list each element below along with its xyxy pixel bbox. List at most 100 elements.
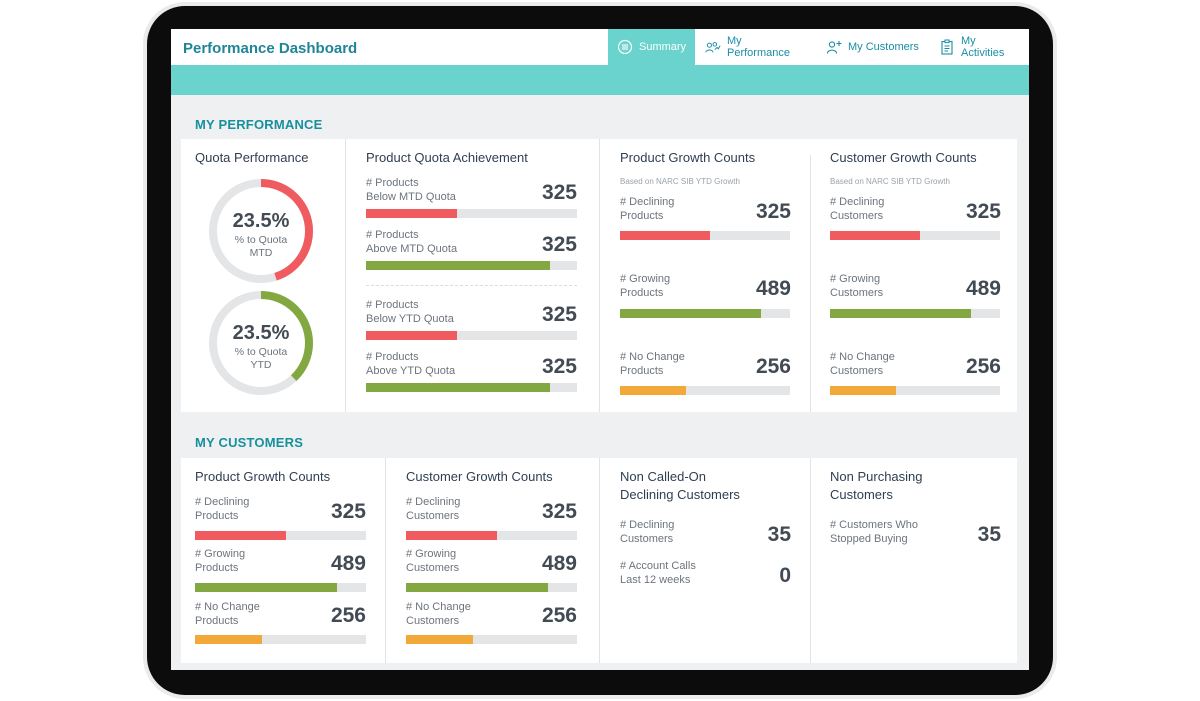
cust-declining-customers-value: 325 — [541, 500, 577, 523]
above-ytd-bar — [366, 383, 577, 392]
top-bar: Performance Dashboard Summary My Perform… — [171, 29, 1029, 65]
perf-nochange-products-value: 256 — [755, 355, 791, 378]
perf-declining-products-bar-fill — [620, 231, 711, 240]
divider — [810, 458, 811, 663]
list-circle-icon — [617, 39, 633, 55]
perf-declining-customers-bar — [830, 231, 1000, 240]
divider — [385, 458, 386, 663]
cust-declining-products-bar-fill — [195, 531, 286, 540]
my-customers-section-header: MY CUSTOMERS — [181, 426, 1017, 456]
cust-growing-products-value: 489 — [330, 552, 366, 575]
below-mtd-bar — [366, 209, 577, 218]
tab-my-customers[interactable]: My Customers — [816, 29, 929, 65]
cust-declining-customers-bar-fill — [406, 531, 497, 540]
stopped-buying-value: 35 — [977, 523, 1001, 546]
cust-growing-customers-label: # Growing Customers — [406, 548, 460, 574]
below-ytd-bar — [366, 331, 577, 340]
cust-nochange-products-value: 256 — [330, 604, 366, 627]
non-called-declining-label: # Declining Customers — [620, 519, 675, 545]
above-ytd-label: # Products Above YTD Quota — [366, 351, 456, 377]
below-mtd-label: # Products Below MTD Quota — [366, 177, 456, 203]
perf-customer-growth-note: Based on NARC SIB YTD Growth — [830, 177, 950, 186]
tab-my-customers-label: My Customers — [848, 41, 919, 53]
cust-customer-growth-title: Customer Growth Counts — [406, 469, 553, 484]
cust-growing-products-bar-fill — [195, 583, 337, 592]
cust-declining-products-label: # Declining Products — [195, 496, 250, 522]
perf-growing-customers-label: # Growing Customers — [830, 273, 884, 299]
tab-my-activities-label: My Activities — [961, 35, 1005, 59]
divider — [599, 139, 600, 412]
cust-product-growth-title: Product Growth Counts — [195, 469, 331, 484]
cust-growing-products-bar — [195, 583, 366, 592]
stopped-buying-label: # Customers Who Stopped Buying — [830, 519, 919, 545]
main-nav: Summary My Performance My Customers My A… — [608, 29, 1029, 65]
perf-declining-customers-bar-fill — [830, 231, 921, 240]
perf-nochange-products-label: # No Change Products — [620, 351, 685, 377]
tab-summary[interactable]: Summary — [608, 29, 695, 65]
people-chart-icon — [705, 42, 721, 53]
perf-growing-customers-value: 489 — [965, 277, 1001, 300]
perf-nochange-customers-bar — [830, 386, 1000, 395]
cust-nochange-customers-bar-fill — [406, 635, 473, 644]
perf-declining-customers-value: 325 — [965, 200, 1001, 223]
perf-nochange-customers-bar-fill — [830, 386, 897, 395]
quota-ytd-label-2: YTD — [250, 359, 272, 371]
above-mtd-bar-fill — [366, 261, 550, 270]
divider — [345, 139, 346, 412]
clipboard-icon — [941, 39, 953, 55]
perf-growing-customers-bar — [830, 309, 1000, 318]
my-performance-section-header: MY PERFORMANCE — [181, 108, 1017, 138]
tab-my-performance[interactable]: My Performance — [695, 29, 816, 65]
above-ytd-bar-fill — [366, 383, 550, 392]
perf-nochange-customers-label: # No Change Customers — [830, 351, 895, 377]
below-ytd-bar-fill — [366, 331, 457, 340]
quota-performance-title: Quota Performance — [195, 150, 309, 165]
perf-nochange-products-bar-fill — [620, 386, 687, 395]
perf-growing-products-bar-fill — [620, 309, 762, 318]
perf-declining-products-label: # Declining Products — [620, 196, 675, 222]
header-band — [171, 65, 1029, 95]
my-customers-panel: Product Growth Counts # Declining Product… — [181, 458, 1017, 663]
perf-product-growth-title: Product Growth Counts — [620, 150, 756, 165]
perf-nochange-products-bar — [620, 386, 790, 395]
person-add-icon — [826, 41, 842, 54]
perf-growing-products-value: 489 — [755, 277, 791, 300]
quota-ytd-label-1: % to Quota — [234, 346, 288, 358]
my-customers-title: MY CUSTOMERS — [195, 435, 304, 450]
cust-nochange-products-label: # No Change Products — [195, 601, 260, 627]
app-title: Performance Dashboard — [183, 40, 358, 57]
perf-declining-customers-label: # Declining Customers — [830, 196, 885, 222]
non-called-declining-value: 35 — [767, 523, 791, 546]
perf-customer-growth-title: Customer Growth Counts — [830, 150, 977, 165]
perf-growing-products-bar — [620, 309, 790, 318]
tab-my-activities[interactable]: My Activities — [929, 29, 1029, 65]
dashed-separator — [366, 285, 577, 286]
cust-nochange-customers-value: 256 — [541, 604, 577, 627]
below-ytd-value: 325 — [541, 303, 577, 326]
below-mtd-bar-fill — [366, 209, 457, 218]
above-mtd-label: # Products Above MTD Quota — [366, 229, 458, 255]
cust-nochange-products-bar — [195, 635, 366, 644]
dashboard-screen: Performance Dashboard Summary My Perform… — [171, 29, 1029, 670]
perf-product-growth-note: Based on NARC SIB YTD Growth — [620, 177, 740, 186]
tab-my-performance-label: My Performance — [727, 35, 790, 59]
cust-growing-products-label: # Growing Products — [195, 548, 246, 574]
below-mtd-value: 325 — [541, 181, 577, 204]
non-purchasing-title: Non Purchasing Customers — [830, 469, 923, 502]
quota-mtd-donut: 23.5% % to Quota MTD — [207, 177, 315, 285]
perf-growing-products-label: # Growing Products — [620, 273, 671, 299]
cust-declining-products-value: 325 — [330, 500, 366, 523]
perf-declining-products-value: 325 — [755, 200, 791, 223]
perf-growing-customers-bar-fill — [830, 309, 972, 318]
cust-growing-customers-bar — [406, 583, 577, 592]
cust-growing-customers-bar-fill — [406, 583, 548, 592]
my-performance-panel: Quota Performance 23.5% % to Quota MTD 2… — [181, 139, 1017, 412]
my-performance-title: MY PERFORMANCE — [195, 117, 323, 132]
perf-nochange-customers-value: 256 — [965, 355, 1001, 378]
divider — [599, 458, 600, 663]
account-calls-label: # Account Calls Last 12 weeks — [620, 560, 696, 586]
cust-declining-products-bar — [195, 531, 366, 540]
quota-mtd-label-1: % to Quota — [234, 234, 288, 246]
above-ytd-value: 325 — [541, 355, 577, 378]
quota-mtd-label-2: MTD — [249, 247, 273, 259]
